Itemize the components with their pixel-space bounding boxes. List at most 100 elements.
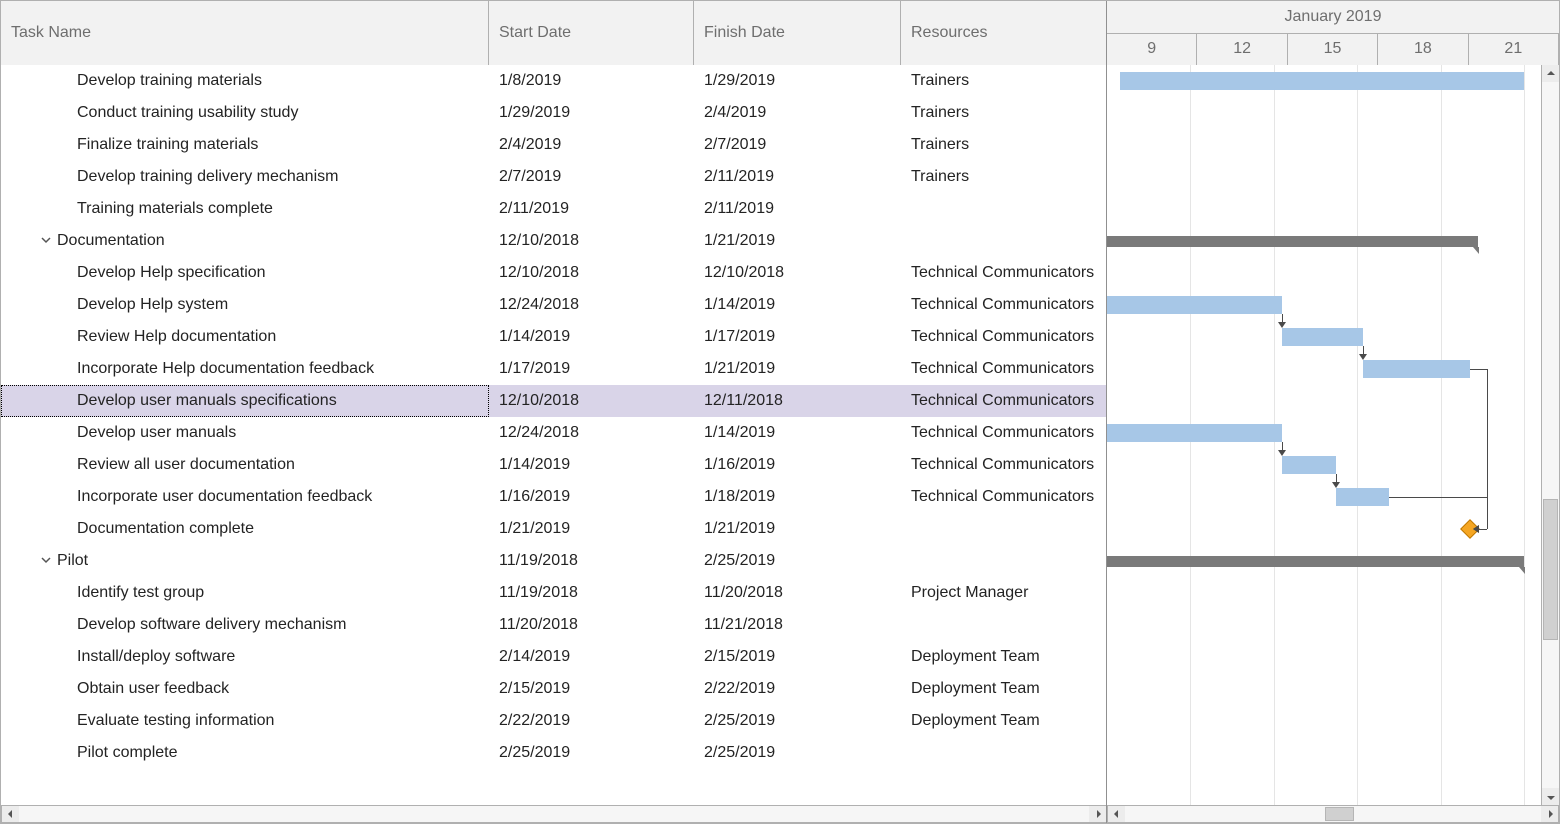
gantt-h-scrollbar[interactable] — [1107, 805, 1559, 823]
task-bar[interactable] — [1107, 424, 1282, 442]
resources-cell — [901, 609, 1106, 641]
task-row[interactable]: Develop training delivery mechanism2/7/2… — [1, 161, 1106, 193]
task-name-cell: Evaluate testing information — [77, 712, 274, 729]
task-bar[interactable] — [1107, 296, 1282, 314]
start-date-cell: 11/19/2018 — [489, 545, 694, 577]
start-date-cell: 1/16/2019 — [489, 481, 694, 513]
grid-body: Develop training materials1/8/20191/29/2… — [1, 65, 1106, 805]
gantt-view: Task Name Start Date Finish Date Resourc… — [0, 0, 1560, 824]
column-header-finish[interactable]: Finish Date — [694, 1, 901, 65]
column-header-resources[interactable]: Resources — [901, 1, 1106, 65]
resources-cell: Technical Communicators — [901, 257, 1106, 289]
resources-cell: Technical Communicators — [901, 481, 1106, 513]
task-row[interactable]: Identify test group11/19/201811/20/2018P… — [1, 577, 1106, 609]
scrollbar-track[interactable] — [1125, 806, 1541, 822]
start-date-cell: 2/4/2019 — [489, 129, 694, 161]
finish-date-cell: 12/11/2018 — [694, 385, 901, 417]
chevron-down-icon[interactable] — [39, 555, 53, 565]
resources-cell: Trainers — [901, 129, 1106, 161]
timeline-day-header: 15 — [1288, 34, 1378, 66]
task-grid-pane: Task Name Start Date Finish Date Resourc… — [1, 1, 1107, 823]
finish-date-cell: 1/14/2019 — [694, 417, 901, 449]
task-bar[interactable] — [1282, 328, 1363, 346]
scrollbar-thumb[interactable] — [1325, 807, 1354, 821]
task-row[interactable]: Incorporate user documentation feedback1… — [1, 481, 1106, 513]
finish-date-cell: 1/14/2019 — [694, 289, 901, 321]
finish-date-cell: 1/21/2019 — [694, 353, 901, 385]
resources-cell: Deployment Team — [901, 673, 1106, 705]
task-name-cell: Finalize training materials — [77, 136, 258, 153]
task-row[interactable]: Develop Help system12/24/20181/14/2019Te… — [1, 289, 1106, 321]
dependency-arrow-icon — [1359, 354, 1367, 360]
task-row[interactable]: Develop user manuals specifications12/10… — [1, 385, 1106, 417]
task-name-cell: Identify test group — [77, 584, 204, 601]
scrollbar-thumb[interactable] — [1543, 499, 1558, 640]
task-bar[interactable] — [1363, 360, 1471, 378]
task-row[interactable]: Install/deploy software2/14/20192/15/201… — [1, 641, 1106, 673]
summary-bar[interactable] — [1107, 236, 1478, 247]
task-row[interactable]: Training materials complete2/11/20192/11… — [1, 193, 1106, 225]
task-row[interactable]: Documentation complete1/21/20191/21/2019 — [1, 513, 1106, 545]
scroll-left-icon[interactable] — [2, 806, 19, 822]
task-bar[interactable] — [1120, 72, 1524, 90]
start-date-cell: 12/10/2018 — [489, 257, 694, 289]
start-date-cell: 2/22/2019 — [489, 705, 694, 737]
task-name-cell: Develop training delivery mechanism — [77, 168, 338, 185]
grid-h-scrollbar[interactable] — [1, 805, 1106, 823]
start-date-cell: 12/24/2018 — [489, 417, 694, 449]
task-row[interactable]: Develop user manuals12/24/20181/14/2019T… — [1, 417, 1106, 449]
finish-date-cell: 1/18/2019 — [694, 481, 901, 513]
scrollbar-track[interactable] — [1542, 82, 1559, 788]
task-row[interactable]: Evaluate testing information 2/22/20192/2… — [1, 705, 1106, 737]
scroll-left-icon[interactable] — [1108, 806, 1125, 822]
start-date-cell: 1/17/2019 — [489, 353, 694, 385]
resources-cell: Deployment Team — [901, 705, 1106, 737]
task-row[interactable]: Review Help documentation1/14/20191/17/2… — [1, 321, 1106, 353]
task-name-cell: Pilot — [57, 552, 88, 569]
task-bar[interactable] — [1336, 488, 1390, 506]
scroll-right-icon[interactable] — [1089, 806, 1106, 822]
resources-cell: Deployment Team — [901, 641, 1106, 673]
gantt-body[interactable] — [1107, 65, 1559, 805]
finish-date-cell: 2/11/2019 — [694, 161, 901, 193]
scroll-up-icon[interactable] — [1542, 65, 1559, 82]
resources-cell: Technical Communicators — [901, 449, 1106, 481]
timeline-day-header: 18 — [1378, 34, 1468, 66]
task-row[interactable]: Develop Help specification12/10/201812/1… — [1, 257, 1106, 289]
finish-date-cell: 1/17/2019 — [694, 321, 901, 353]
task-name-cell: Review Help documentation — [77, 328, 276, 345]
start-date-cell: 2/11/2019 — [489, 193, 694, 225]
dependency-arrow-icon — [1278, 322, 1286, 328]
task-row[interactable]: Develop software delivery mechanism11/20… — [1, 609, 1106, 641]
finish-date-cell: 2/25/2019 — [694, 705, 901, 737]
task-name-cell: Review all user documentation — [77, 456, 295, 473]
finish-date-cell: 2/15/2019 — [694, 641, 901, 673]
start-date-cell: 12/10/2018 — [489, 385, 694, 417]
resources-cell — [901, 513, 1106, 545]
task-row[interactable]: Review all user documentation1/14/20191/… — [1, 449, 1106, 481]
task-bar[interactable] — [1282, 456, 1336, 474]
gantt-v-scrollbar[interactable] — [1541, 65, 1559, 805]
task-name-cell: Obtain user feedback — [77, 680, 229, 697]
task-row[interactable]: Pilot11/19/20182/25/2019 — [1, 545, 1106, 577]
timeline-day-header: 12 — [1197, 34, 1287, 66]
task-row[interactable]: Incorporate Help documentation feedback1… — [1, 353, 1106, 385]
scrollbar-track[interactable] — [19, 806, 1089, 822]
task-row[interactable]: Conduct training usability study1/29/201… — [1, 97, 1106, 129]
column-header-task[interactable]: Task Name — [1, 1, 489, 65]
scroll-down-icon[interactable] — [1542, 788, 1559, 805]
timeline-day-header: 9 — [1107, 34, 1197, 66]
scroll-right-icon[interactable] — [1541, 806, 1558, 822]
start-date-cell: 12/24/2018 — [489, 289, 694, 321]
task-name-cell: Documentation complete — [77, 520, 254, 537]
chevron-down-icon[interactable] — [39, 235, 53, 245]
task-row[interactable]: Develop training materials1/8/20191/29/2… — [1, 65, 1106, 97]
timeline-month-label: January 2019 — [1107, 1, 1559, 34]
task-row[interactable]: Obtain user feedback2/15/20192/22/2019De… — [1, 673, 1106, 705]
task-row[interactable]: Documentation12/10/20181/21/2019 — [1, 225, 1106, 257]
summary-bar[interactable] — [1107, 556, 1524, 567]
task-row[interactable]: Finalize training materials2/4/20192/7/2… — [1, 129, 1106, 161]
task-row[interactable]: Pilot complete2/25/20192/25/2019 — [1, 737, 1106, 769]
column-header-start[interactable]: Start Date — [489, 1, 694, 65]
start-date-cell: 2/15/2019 — [489, 673, 694, 705]
